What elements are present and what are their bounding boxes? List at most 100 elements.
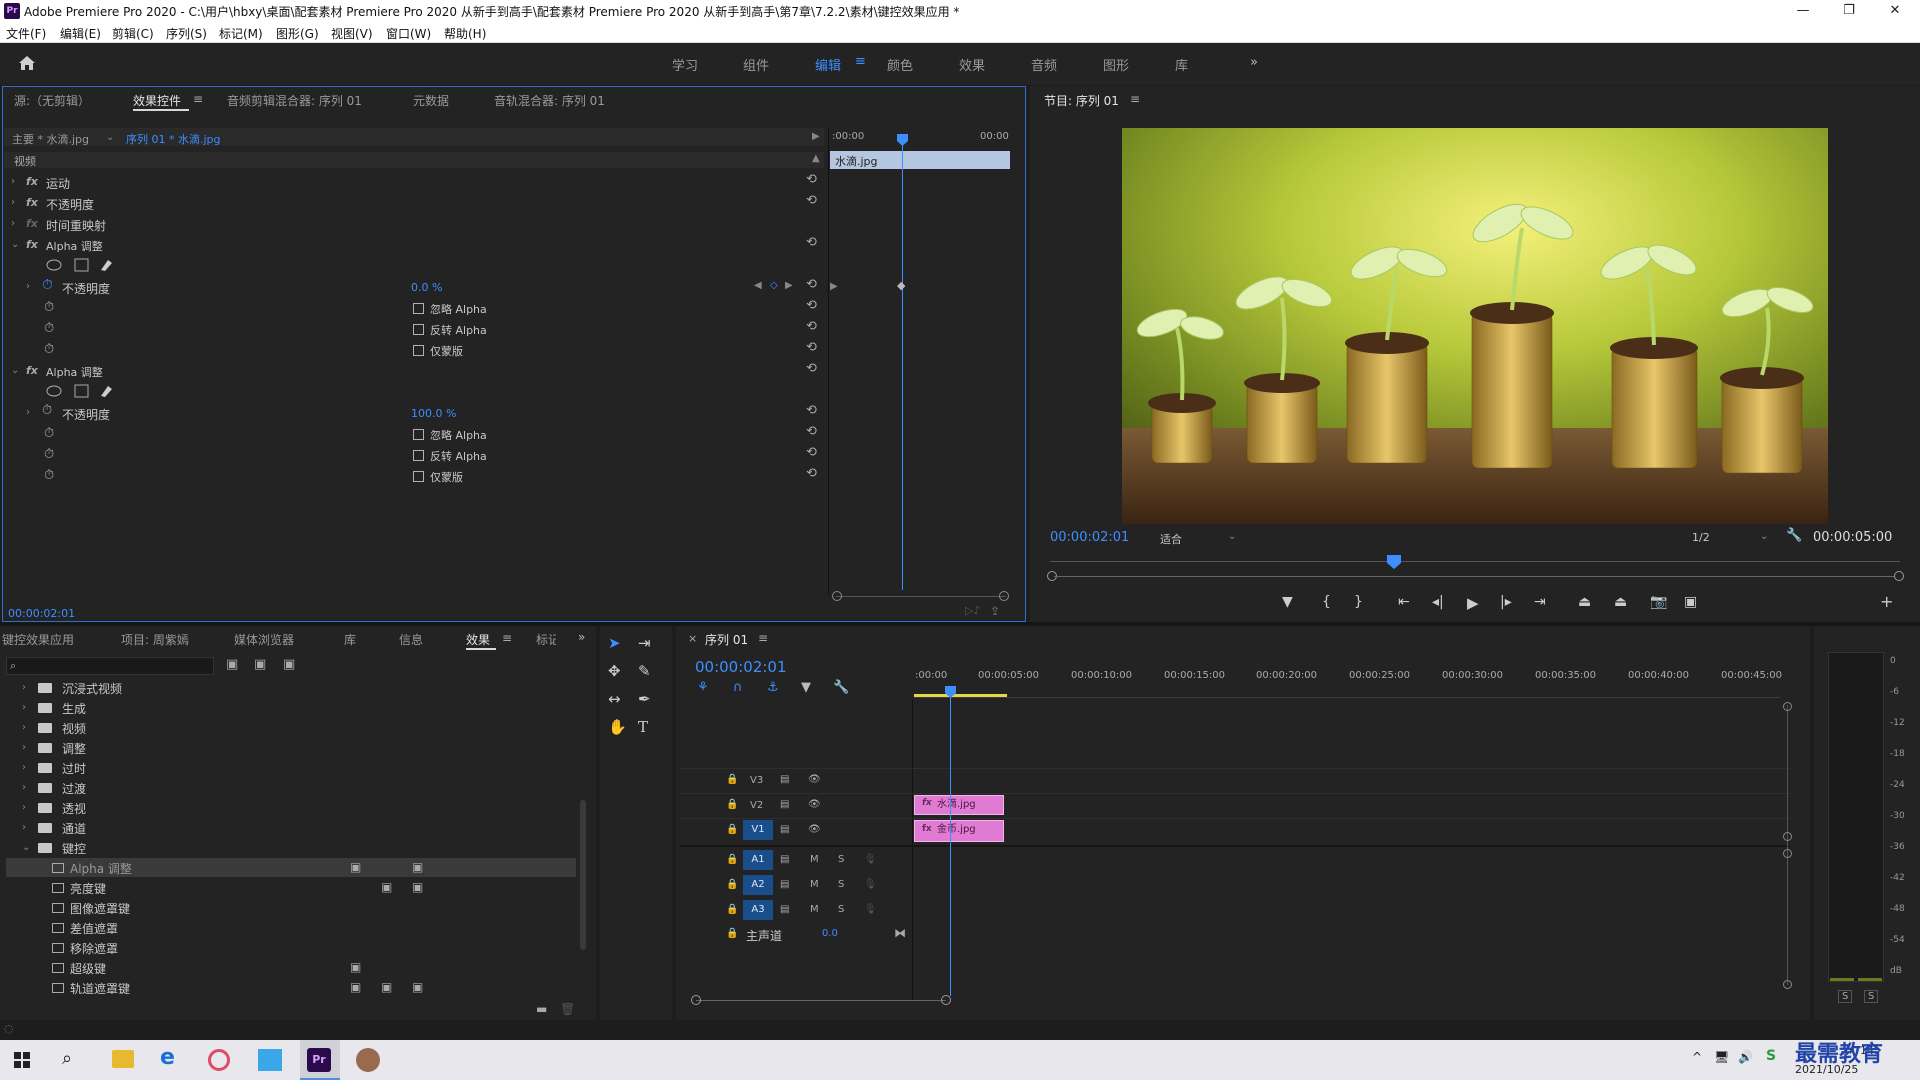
- solo-button[interactable]: S: [838, 904, 844, 915]
- folder-chevron[interactable]: ›: [22, 702, 26, 713]
- panel-splitter[interactable]: [828, 128, 829, 596]
- comparison-view-icon[interactable]: ▣: [1684, 594, 1697, 610]
- reset-alpha1-icon[interactable]: ⟲: [806, 235, 817, 250]
- linked-selection-icon[interactable]: ⚓: [767, 680, 779, 695]
- stopwatch-icon[interactable]: ⏱: [44, 321, 54, 336]
- folder-chevron[interactable]: ›: [22, 822, 26, 833]
- play-only-icon[interactable]: ▶: [812, 131, 820, 142]
- effect-time-remapping[interactable]: 时间重映射: [46, 217, 106, 234]
- mask-only-checkbox[interactable]: [413, 345, 424, 356]
- step-forward-icon[interactable]: |▸: [1500, 594, 1512, 610]
- folder-immersive-video[interactable]: 沉浸式视频: [62, 680, 122, 697]
- sync-lock-icon[interactable]: ▤: [780, 879, 789, 890]
- effect-difference-matte[interactable]: 差值遮罩: [70, 920, 118, 937]
- program-playhead-icon[interactable]: [1387, 555, 1401, 569]
- mini-playhead-icon[interactable]: [897, 134, 908, 146]
- lock-icon[interactable]: 🔒: [726, 854, 738, 865]
- folder-obsolete[interactable]: 过时: [62, 760, 86, 777]
- reset-mask-only-icon[interactable]: ⟲: [806, 340, 817, 355]
- menu-view[interactable]: 视图(V): [331, 25, 373, 42]
- minimize-button[interactable]: —: [1780, 0, 1826, 22]
- workspace-editing[interactable]: 编辑: [815, 55, 841, 74]
- folder-keying[interactable]: 键控: [62, 840, 86, 857]
- paint-app-icon[interactable]: [208, 1049, 230, 1071]
- stopwatch-icon[interactable]: ⏱: [44, 468, 54, 483]
- lock-icon[interactable]: 🔒: [726, 928, 738, 939]
- reset-motion-icon[interactable]: ⟲: [806, 172, 817, 187]
- track-target-v1[interactable]: V1: [743, 820, 773, 840]
- add-marker-icon[interactable]: ▼: [1282, 594, 1293, 610]
- extract-icon[interactable]: ⏏: [1614, 594, 1627, 610]
- chevron-down-icon[interactable]: ⌄: [1228, 531, 1236, 542]
- reset-effect-icon[interactable]: ⟲: [806, 361, 817, 376]
- filter-icon[interactable]: ▷♪: [965, 604, 980, 617]
- sequence-clip-label[interactable]: 序列 01 * 水滴.jpg: [126, 131, 221, 147]
- lock-icon[interactable]: 🔒: [726, 904, 738, 915]
- track-target-a3[interactable]: A3: [743, 900, 773, 920]
- track-select-tool-icon[interactable]: ⇥: [638, 634, 651, 652]
- effect-image-matte-key[interactable]: 图像遮罩键: [70, 900, 130, 917]
- invert-alpha-checkbox[interactable]: [413, 450, 424, 461]
- tab-keying-effects[interactable]: 键控效果应用: [2, 631, 74, 648]
- ripple-edit-tool-icon[interactable]: ✥: [608, 662, 621, 680]
- folder-video[interactable]: 视频: [62, 720, 86, 737]
- chevron-down-icon[interactable]: ⌄: [1760, 531, 1768, 542]
- stopwatch-active-icon[interactable]: ⏱: [42, 277, 53, 293]
- program-zoom-right[interactable]: [1894, 571, 1904, 581]
- pen-tool-icon[interactable]: ✒: [638, 690, 651, 708]
- track-label-v2[interactable]: V2: [750, 800, 763, 811]
- tab-source[interactable]: 源:（无剪辑）: [14, 92, 90, 109]
- go-to-master-icon[interactable]: ⧓: [894, 926, 906, 940]
- mute-button[interactable]: M: [810, 854, 819, 865]
- timeline-menu-icon[interactable]: ≡: [758, 631, 768, 645]
- timeline-playhead-icon[interactable]: [945, 686, 956, 698]
- collapse-alpha2-chevron[interactable]: ⌄: [11, 365, 19, 376]
- collapse-up-icon[interactable]: ▲: [812, 153, 820, 164]
- solo-right-button[interactable]: S: [1864, 990, 1879, 1003]
- effects-panel-menu-icon[interactable]: ≡: [502, 631, 512, 645]
- tab-media-browser[interactable]: 媒体浏览器: [234, 631, 294, 648]
- folder-perspective[interactable]: 透视: [62, 800, 86, 817]
- close-button[interactable]: ✕: [1872, 0, 1918, 22]
- more-tabs-icon[interactable]: »: [578, 630, 585, 644]
- sync-lock-icon[interactable]: ▤: [780, 904, 789, 915]
- add-keyframe-icon[interactable]: ◇: [770, 280, 778, 291]
- 32bit-effects-icon[interactable]: ▣: [254, 657, 266, 672]
- workspace-graphics[interactable]: 图形: [1103, 55, 1129, 74]
- mute-button[interactable]: M: [810, 879, 819, 890]
- tab-info[interactable]: 信息: [399, 631, 423, 648]
- timeline-horizontal-scrollbar[interactable]: [696, 1000, 946, 1001]
- program-time-ruler[interactable]: [1050, 561, 1900, 562]
- tab-audio-track-mixer[interactable]: 音轨混合器: 序列 01: [494, 92, 605, 109]
- effect-motion[interactable]: 运动: [46, 175, 70, 192]
- program-monitor-title[interactable]: 节目: 序列 01: [1044, 92, 1119, 109]
- edge-browser-icon[interactable]: e: [160, 1045, 175, 1070]
- menu-edit[interactable]: 编辑(E): [60, 25, 101, 42]
- tab-effect-controls[interactable]: 效果控件: [133, 92, 181, 109]
- ime-icon[interactable]: S: [1766, 1048, 1776, 1064]
- mark-out-icon[interactable]: }: [1354, 594, 1363, 610]
- effect-alpha-adjust-2[interactable]: Alpha 调整: [46, 364, 103, 380]
- stopwatch-icon[interactable]: ⏱: [42, 403, 52, 418]
- tab-project[interactable]: 项目: 周紫嫣: [121, 631, 189, 648]
- razor-tool-icon[interactable]: ✎: [638, 662, 651, 680]
- eye-icon[interactable]: 👁: [808, 774, 821, 785]
- menu-sequence[interactable]: 序列(S): [166, 25, 207, 42]
- network-icon[interactable]: 🖥: [1714, 1050, 1729, 1064]
- stopwatch-icon[interactable]: ⏱: [44, 426, 54, 441]
- program-preview-image[interactable]: [1122, 128, 1828, 524]
- effect-alpha-adjust[interactable]: Alpha 调整: [70, 860, 132, 877]
- workspace-learning[interactable]: 学习: [672, 55, 698, 74]
- effect-ultra-key[interactable]: 超级键: [70, 960, 106, 977]
- program-zoom-bar[interactable]: [1054, 576, 1894, 577]
- accelerated-effects-icon[interactable]: ▣: [226, 657, 238, 672]
- collapse-alpha1-chevron[interactable]: ⌄: [11, 239, 19, 250]
- stopwatch-icon[interactable]: ⏱: [44, 342, 54, 357]
- voice-over-mic-icon[interactable]: 🎙: [864, 904, 877, 915]
- zoom-handle-left[interactable]: [832, 591, 842, 601]
- nest-icon[interactable]: ⚘: [697, 680, 709, 695]
- expand-opacity-chevron[interactable]: ›: [11, 197, 15, 208]
- export-frame-icon[interactable]: 📷: [1650, 594, 1667, 610]
- vscroll-handle[interactable]: [1783, 849, 1792, 858]
- vscroll-handle[interactable]: [1783, 980, 1792, 989]
